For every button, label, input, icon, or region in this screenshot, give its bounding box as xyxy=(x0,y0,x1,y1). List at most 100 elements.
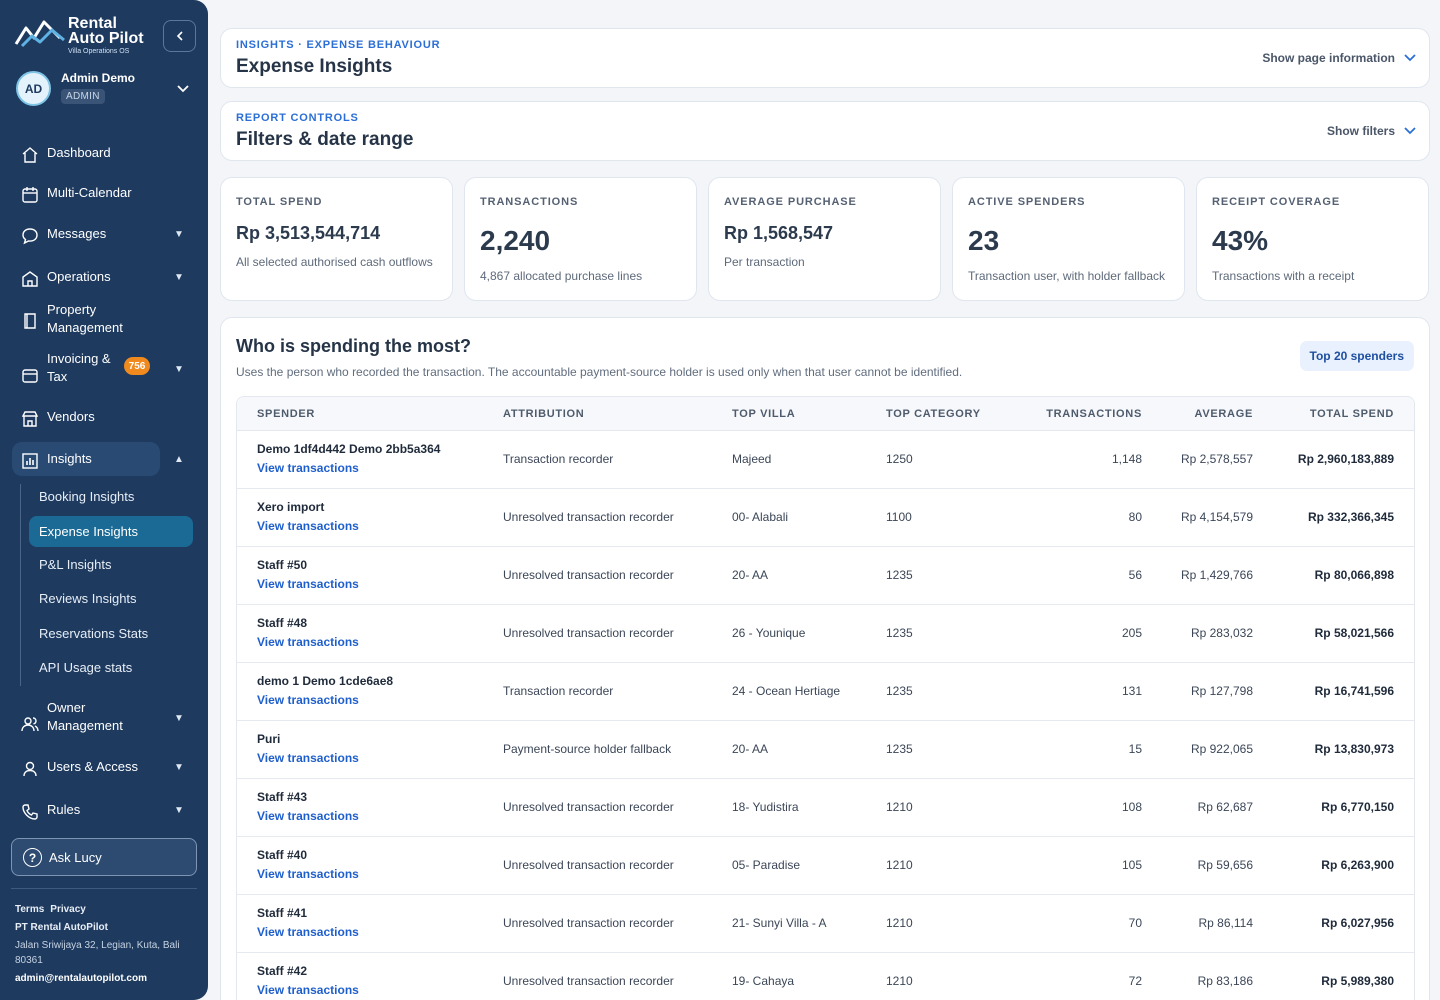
nav-invoicing-tax[interactable]: Invoicing & Tax 756 ▼ xyxy=(12,350,184,388)
user-menu[interactable]: AD Admin Demo ADMIN xyxy=(16,70,196,110)
phone-icon xyxy=(22,804,38,820)
nav-label: Multi-Calendar xyxy=(47,185,132,200)
column-header-transactions[interactable]: TRANSACTIONS xyxy=(1046,408,1142,420)
avatar: AD xyxy=(16,71,51,106)
total-spend: Rp 2,960,183,889 xyxy=(1297,452,1394,466)
nav-operations[interactable]: Operations ▼ xyxy=(12,260,184,294)
column-header-average[interactable]: AVERAGE xyxy=(1195,408,1253,420)
subnav-booking-insights[interactable]: Booking Insights xyxy=(29,481,193,512)
total-spend: Rp 6,770,150 xyxy=(1321,800,1394,814)
top-villa: 20- AA xyxy=(732,742,769,756)
average-amount: Rp 1,429,766 xyxy=(1180,568,1253,582)
filters-eyebrow: REPORT CONTROLS xyxy=(236,112,359,124)
transactions-count: 131 xyxy=(1121,684,1142,698)
view-transactions-link[interactable]: View transactions xyxy=(257,809,359,823)
view-transactions-link[interactable]: View transactions xyxy=(257,577,359,591)
show-filters-toggle[interactable]: Show filters xyxy=(1327,124,1417,138)
attribution: Unresolved transaction recorder xyxy=(503,510,674,524)
contact-email[interactable]: admin@rentalautopilot.com xyxy=(15,971,195,986)
show-page-information-toggle[interactable]: Show page information xyxy=(1262,51,1417,65)
sidebar: Rental Auto Pilot Villa Operations OS AD… xyxy=(0,0,208,1000)
ask-lucy-button[interactable]: ? Ask Lucy xyxy=(11,838,197,876)
average-amount: Rp 62,687 xyxy=(1197,800,1253,814)
terms-link[interactable]: Terms xyxy=(15,904,44,915)
view-transactions-link[interactable]: View transactions xyxy=(257,461,359,475)
kpi-value: Rp 3,513,544,714 xyxy=(236,223,381,243)
total-spend: Rp 6,263,900 xyxy=(1321,858,1394,872)
top-villa: Majeed xyxy=(732,452,772,466)
column-header-top-villa[interactable]: TOP VILLA xyxy=(732,408,795,420)
view-transactions-link[interactable]: View transactions xyxy=(257,693,359,707)
brand-logo[interactable]: Rental Auto Pilot Villa Operations OS xyxy=(14,16,154,60)
section-title: Who is spending the most? xyxy=(236,336,471,356)
help-circle-icon: ? xyxy=(23,848,42,867)
privacy-link[interactable]: Privacy xyxy=(50,904,86,915)
column-header-total-spend[interactable]: TOTAL SPEND xyxy=(1310,408,1394,420)
nav-users-access[interactable]: Users & Access ▼ xyxy=(12,750,184,784)
nav-owner-management[interactable]: Owner Management ▼ xyxy=(12,699,184,737)
nav-messages[interactable]: Messages ▼ xyxy=(12,217,184,251)
nav-label-line2: Management xyxy=(47,718,123,733)
page-title: Expense Insights xyxy=(236,56,393,77)
column-header-spender[interactable]: SPENDER xyxy=(257,408,315,420)
sidebar-footer: Terms Privacy PT Rental AutoPilot Jalan S… xyxy=(15,902,195,986)
attribution: Unresolved transaction recorder xyxy=(503,568,674,582)
column-header-attribution[interactable]: ATTRIBUTION xyxy=(503,408,584,420)
nav-label: Insights xyxy=(47,451,92,466)
view-transactions-link[interactable]: View transactions xyxy=(257,983,359,997)
view-transactions-link[interactable]: View transactions xyxy=(257,867,359,881)
spender-name: Staff #48 xyxy=(257,616,308,630)
top-20-spenders-button[interactable]: Top 20 spenders xyxy=(1299,341,1414,371)
caret-down-icon: ▼ xyxy=(174,761,184,773)
table-row: Demo 1df4d442 Demo 2bb5a364 View transac… xyxy=(237,431,1414,489)
attribution: Unresolved transaction recorder xyxy=(503,974,674,988)
spender-name: Staff #41 xyxy=(257,906,308,920)
chevron-left-icon xyxy=(176,31,183,41)
view-transactions-link[interactable]: View transactions xyxy=(257,635,359,649)
top-category: 1210 xyxy=(886,974,913,988)
table-row: Staff #43 View transactions Unresolved t… xyxy=(237,779,1414,837)
nav-rules[interactable]: Rules ▼ xyxy=(12,793,184,827)
transactions-count: 80 xyxy=(1128,510,1142,524)
total-spend: Rp 80,066,898 xyxy=(1314,568,1394,582)
subnav-api-usage-stats[interactable]: API Usage stats xyxy=(29,652,193,683)
spender-name: Staff #50 xyxy=(257,558,308,572)
nav-multi-calendar[interactable]: Multi-Calendar xyxy=(12,176,160,210)
users-icon xyxy=(21,717,39,732)
sidebar-divider xyxy=(11,888,197,889)
spender-name: Puri xyxy=(257,732,281,746)
total-spend: Rp 6,027,956 xyxy=(1321,916,1394,930)
transactions-count: 56 xyxy=(1128,568,1142,582)
user-name: Admin Demo xyxy=(61,71,136,85)
top-villa: 05- Paradise xyxy=(732,858,801,872)
kpi-value: 23 xyxy=(968,225,1000,256)
top-category: 1235 xyxy=(886,568,913,582)
kpi-total-spend: TOTAL SPEND Rp 3,513,544,714 All selecte… xyxy=(220,177,453,301)
subnav-expense-insights[interactable]: Expense Insights xyxy=(29,516,193,547)
subnav-reviews-insights[interactable]: Reviews Insights xyxy=(29,583,193,614)
toggle-label: Show filters xyxy=(1326,124,1395,138)
bar-chart-icon xyxy=(22,453,38,469)
nav-vendors[interactable]: Vendors xyxy=(12,400,160,434)
spender-name: Demo 1df4d442 Demo 2bb5a364 xyxy=(257,442,441,456)
collapse-sidebar-button[interactable] xyxy=(163,20,196,52)
average-amount: Rp 2,578,557 xyxy=(1180,452,1253,466)
view-transactions-link[interactable]: View transactions xyxy=(257,519,359,533)
brand-name-line2: Auto Pilot xyxy=(68,30,144,47)
ask-lucy-label: Ask Lucy xyxy=(49,849,102,865)
nav-dashboard[interactable]: Dashboard xyxy=(12,136,160,170)
company-name: PT Rental AutoPilot xyxy=(15,922,108,933)
transactions-count: 1,148 xyxy=(1111,452,1142,466)
view-transactions-link[interactable]: View transactions xyxy=(257,925,359,939)
average-amount: Rp 83,186 xyxy=(1197,974,1253,988)
subnav-pl-insights[interactable]: P&L Insights xyxy=(29,549,193,580)
nav-insights[interactable]: Insights ▲ xyxy=(12,442,184,476)
transactions-count: 72 xyxy=(1128,974,1142,988)
subnav-reservations-stats[interactable]: Reservations Stats xyxy=(29,618,193,649)
view-transactions-link[interactable]: View transactions xyxy=(257,751,359,765)
kpi-value: 43% xyxy=(1212,225,1269,256)
top-category: 1250 xyxy=(886,452,913,466)
column-header-top-category[interactable]: TOP CATEGORY xyxy=(886,408,981,420)
nav-property-management[interactable]: Property Management xyxy=(12,302,160,336)
section-description: Uses the person who recorded the transac… xyxy=(236,365,963,379)
